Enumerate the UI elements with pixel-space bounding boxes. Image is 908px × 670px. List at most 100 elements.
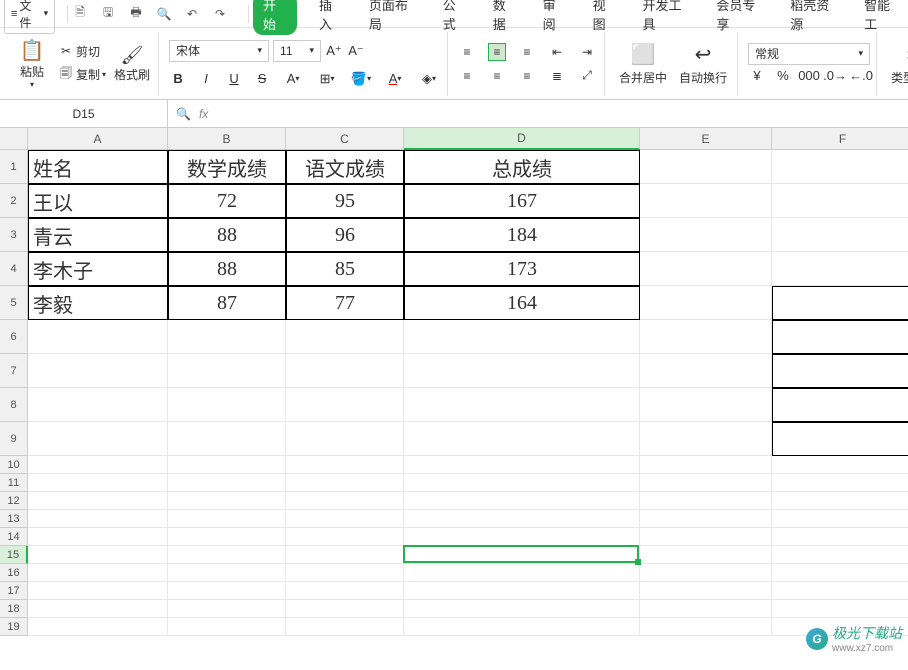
save-icon[interactable]: 🖫 <box>100 6 116 22</box>
italic-button[interactable]: I <box>197 70 215 88</box>
align-left-icon[interactable]: ≡ <box>458 67 476 85</box>
cell-A15[interactable] <box>28 546 168 564</box>
cell-F7[interactable] <box>772 354 908 388</box>
cell-E17[interactable] <box>640 582 772 600</box>
tab-页面布局[interactable]: 页面布局 <box>365 0 421 35</box>
tab-插入[interactable]: 插入 <box>315 0 347 35</box>
cell-C4[interactable]: 85 <box>286 252 404 286</box>
cell-C1[interactable]: 语文成绩 <box>286 150 404 184</box>
tab-智能工[interactable]: 智能工 <box>860 0 904 35</box>
row-header-11[interactable]: 11 <box>0 474 28 492</box>
cell-E12[interactable] <box>640 492 772 510</box>
tab-审阅[interactable]: 审阅 <box>539 0 571 35</box>
cell-A17[interactable] <box>28 582 168 600</box>
formula-input[interactable] <box>216 107 900 121</box>
cell-D18[interactable] <box>404 600 640 618</box>
cancel-icon[interactable]: 🔍 <box>176 107 191 121</box>
align-right-icon[interactable]: ≡ <box>518 67 536 85</box>
align-center-icon[interactable]: ≡ <box>488 67 506 85</box>
cell-E11[interactable] <box>640 474 772 492</box>
cell-E18[interactable] <box>640 600 772 618</box>
cell-D3[interactable]: 184 <box>404 218 640 252</box>
currency-button[interactable]: ¥ <box>748 67 766 85</box>
cell-F2[interactable] <box>772 184 908 218</box>
cell-F15[interactable] <box>772 546 908 564</box>
row-header-10[interactable]: 10 <box>0 456 28 474</box>
cell-D17[interactable] <box>404 582 640 600</box>
cell-C9[interactable] <box>286 422 404 456</box>
row-header-17[interactable]: 17 <box>0 582 28 600</box>
cell-E7[interactable] <box>640 354 772 388</box>
row-header-7[interactable]: 7 <box>0 354 28 388</box>
cell-C11[interactable] <box>286 474 404 492</box>
cell-F3[interactable] <box>772 218 908 252</box>
cell-A19[interactable] <box>28 618 168 636</box>
cell-B7[interactable] <box>168 354 286 388</box>
cell-F5[interactable] <box>772 286 908 320</box>
comma-button[interactable]: 000 <box>800 67 818 85</box>
cell-B16[interactable] <box>168 564 286 582</box>
cell-E10[interactable] <box>640 456 772 474</box>
cell-D6[interactable] <box>404 320 640 354</box>
tab-会员专享[interactable]: 会员专享 <box>712 0 768 35</box>
cell-C18[interactable] <box>286 600 404 618</box>
row-header-6[interactable]: 6 <box>0 320 28 354</box>
cell-B12[interactable] <box>168 492 286 510</box>
cell-D8[interactable] <box>404 388 640 422</box>
type-convert-button[interactable]: ⇄类型转换 <box>887 42 908 86</box>
cell-D7[interactable] <box>404 354 640 388</box>
tab-视图[interactable]: 视图 <box>589 0 621 35</box>
align-top-icon[interactable]: ≡ <box>458 43 476 61</box>
cell-E8[interactable] <box>640 388 772 422</box>
cell-B10[interactable] <box>168 456 286 474</box>
cell-F6[interactable] <box>772 320 908 354</box>
number-format-select[interactable]: 常规▾ <box>748 43 870 65</box>
cell-D11[interactable] <box>404 474 640 492</box>
indent-decrease-icon[interactable]: ⇤ <box>548 43 566 61</box>
cut-button[interactable]: ✂剪切 <box>56 42 108 61</box>
cell-B4[interactable]: 88 <box>168 252 286 286</box>
cell-F10[interactable] <box>772 456 908 474</box>
cell-B14[interactable] <box>168 528 286 546</box>
tab-数据[interactable]: 数据 <box>489 0 521 35</box>
cell-E9[interactable] <box>640 422 772 456</box>
cell-E6[interactable] <box>640 320 772 354</box>
fx-icon[interactable]: fx <box>199 107 208 121</box>
align-bottom-icon[interactable]: ≡ <box>518 43 536 61</box>
cell-E3[interactable] <box>640 218 772 252</box>
cell-E19[interactable] <box>640 618 772 636</box>
cell-D4[interactable]: 173 <box>404 252 640 286</box>
column-header-E[interactable]: E <box>640 128 772 150</box>
column-header-D[interactable]: D <box>404 128 640 150</box>
column-header-A[interactable]: A <box>28 128 168 150</box>
format-painter-button[interactable]: 🖌 格式刷 <box>112 45 152 83</box>
merge-center-button[interactable]: ⬜合并居中 <box>615 42 671 86</box>
print-icon[interactable]: 🖶 <box>128 6 144 22</box>
row-header-1[interactable]: 1 <box>0 150 28 184</box>
file-menu[interactable]: ≡ 文件 ▾ <box>4 0 55 34</box>
row-header-19[interactable]: 19 <box>0 618 28 636</box>
cell-D5[interactable]: 164 <box>404 286 640 320</box>
cell-B9[interactable] <box>168 422 286 456</box>
cell-E4[interactable] <box>640 252 772 286</box>
row-header-8[interactable]: 8 <box>0 388 28 422</box>
cell-F8[interactable] <box>772 388 908 422</box>
row-header-9[interactable]: 9 <box>0 422 28 456</box>
fill-color-button[interactable]: 🪣▾ <box>349 70 373 88</box>
strikethrough-button[interactable]: S <box>253 70 271 88</box>
cell-D19[interactable] <box>404 618 640 636</box>
cell-D16[interactable] <box>404 564 640 582</box>
distribute-icon[interactable]: ≣ <box>548 67 566 85</box>
row-header-16[interactable]: 16 <box>0 564 28 582</box>
cell-D15[interactable] <box>404 546 640 564</box>
cell-A18[interactable] <box>28 600 168 618</box>
cell-E15[interactable] <box>640 546 772 564</box>
cell-A11[interactable] <box>28 474 168 492</box>
cell-F1[interactable] <box>772 150 908 184</box>
cell-B17[interactable] <box>168 582 286 600</box>
redo-icon[interactable]: ↷ <box>212 6 228 22</box>
select-all-corner[interactable] <box>0 128 28 150</box>
cell-B13[interactable] <box>168 510 286 528</box>
cell-A2[interactable]: 王以 <box>28 184 168 218</box>
cell-C12[interactable] <box>286 492 404 510</box>
